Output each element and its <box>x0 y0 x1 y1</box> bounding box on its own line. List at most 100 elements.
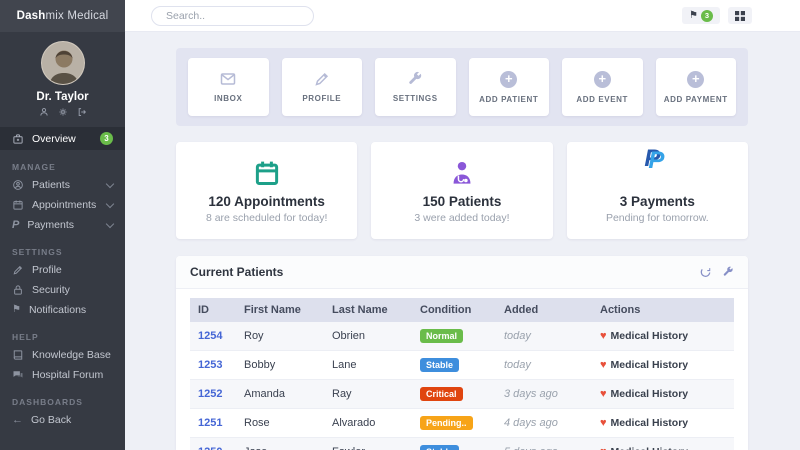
sidebar-item-label: Profile <box>32 264 62 276</box>
sidebar-item-label: Security <box>32 284 70 296</box>
table-row: 1254 Roy Obrien Normal today ♥Medical Hi… <box>190 322 734 351</box>
envelope-icon <box>219 71 237 87</box>
sidebar-item-knowledge-base[interactable]: Knowledge Base <box>0 345 125 365</box>
sidebar-item-security[interactable]: Security <box>0 280 125 300</box>
stats-row: 120 Appointments 8 are scheduled for tod… <box>176 142 748 239</box>
apps-grid-button[interactable] <box>728 7 752 24</box>
lock-icon <box>12 284 24 296</box>
profile-button[interactable]: PROFILE <box>282 58 363 116</box>
col-header-actions: Actions <box>592 298 734 322</box>
patients-table: ID First Name Last Name Condition Added … <box>190 298 734 450</box>
topbar-actions: ⚑ 3 <box>682 7 752 24</box>
overview-badge: 3 <box>100 132 113 145</box>
sidebar-item-payments[interactable]: P Payments <box>0 215 125 235</box>
sidebar-item-label: Go Back <box>31 414 71 426</box>
plus-circle-icon: + <box>687 71 704 88</box>
sidebar-item-patients[interactable]: Patients <box>0 175 125 195</box>
sidebar-item-hospital-forum[interactable]: Hospital Forum <box>0 365 125 385</box>
wrench-icon[interactable] <box>722 266 734 279</box>
inbox-button[interactable]: INBOX <box>188 58 269 116</box>
pencil-icon <box>314 71 330 87</box>
chevron-down-icon <box>106 199 114 207</box>
col-header-last: Last Name <box>324 298 412 322</box>
table-header-row: ID First Name Last Name Condition Added … <box>190 298 734 322</box>
sidebar-item-go-back[interactable]: ← Go Back <box>0 410 125 430</box>
sidebar-item-overview[interactable]: Overview 3 <box>0 127 125 150</box>
heart-icon: ♥ <box>600 389 607 400</box>
sidebar-item-label: Appointments <box>32 199 96 211</box>
sidebar-item-label: Knowledge Base <box>32 349 111 361</box>
added-cell: 3 days ago <box>496 380 592 409</box>
sidebar: Dashmix Medical Dr. Taylor <box>0 0 125 450</box>
quick-action-label: PROFILE <box>302 94 341 103</box>
table-row: 1251 Rose Alvarado Pending.. 4 days ago … <box>190 409 734 438</box>
medkit-icon <box>12 133 24 145</box>
logout-icon[interactable] <box>77 107 87 117</box>
user-profile-icon[interactable] <box>39 107 49 117</box>
patient-id-link[interactable]: 1252 <box>198 388 222 400</box>
refresh-icon[interactable] <box>699 266 712 279</box>
patient-last-name: Obrien <box>324 322 412 351</box>
add-patient-button[interactable]: + ADD PATIENT <box>469 58 550 116</box>
sidebar-item-notifications[interactable]: ⚑ Notifications <box>0 300 125 320</box>
flag-icon: ⚑ <box>689 11 698 21</box>
medical-history-button[interactable]: ♥Medical History <box>600 446 688 450</box>
quick-action-label: ADD EVENT <box>576 95 628 104</box>
medical-history-button[interactable]: ♥ Medical History <box>600 359 688 371</box>
patient-id-link[interactable]: 1253 <box>198 359 222 371</box>
payments-stat-card[interactable]: PP 3 Payments Pending for tomorrow. <box>567 142 748 239</box>
section-title-manage: MANAGE <box>0 150 125 175</box>
grid-icon <box>735 11 745 21</box>
patients-stat-card[interactable]: 150 Patients 3 were added today! <box>371 142 552 239</box>
patient-id-link[interactable]: 1250 <box>198 446 222 450</box>
medical-history-button[interactable]: ♥Medical History <box>600 330 688 342</box>
action-label: Medical History <box>611 446 689 450</box>
panel-title: Current Patients <box>190 265 283 279</box>
add-payment-button[interactable]: + ADD PAYMENT <box>656 58 737 116</box>
doctor-icon <box>449 158 475 188</box>
condition-badge: Stable <box>420 358 459 372</box>
plus-circle-icon: + <box>594 71 611 88</box>
current-patients-panel: Current Patients ID First Name Last Name… <box>176 256 748 450</box>
user-settings-gear-icon[interactable] <box>58 107 68 117</box>
quick-action-label: INBOX <box>214 94 242 103</box>
patient-last-name: Ray <box>324 380 412 409</box>
medical-history-button[interactable]: ♥ Medical History <box>600 388 688 400</box>
sidebar-item-label: Notifications <box>29 304 86 316</box>
wrench-icon <box>407 71 423 87</box>
action-label: Medical History <box>611 359 689 371</box>
add-event-button[interactable]: + ADD EVENT <box>562 58 643 116</box>
sidebar-item-label: Hospital Forum <box>32 369 103 381</box>
brand-logo[interactable]: Dashmix Medical <box>0 0 125 32</box>
col-header-id: ID <box>190 298 236 322</box>
notifications-flag-button[interactable]: ⚑ 3 <box>682 7 720 24</box>
action-label: Medical History <box>611 330 689 342</box>
patient-last-name: Lane <box>324 351 412 380</box>
search-input[interactable] <box>151 6 314 26</box>
patient-last-name: Alvarado <box>324 409 412 438</box>
sidebar-item-profile[interactable]: Profile <box>0 260 125 280</box>
paypal-icon: PP <box>644 158 670 188</box>
quick-actions-band: INBOX PROFILE SETTINGS + ADD PATIENT + A… <box>176 48 748 126</box>
added-cell: 5 days ago <box>496 438 592 450</box>
panel-header: Current Patients <box>176 256 748 289</box>
settings-button[interactable]: SETTINGS <box>375 58 456 116</box>
arrow-left-icon: ← <box>12 415 23 425</box>
appointments-stat-card[interactable]: 120 Appointments 8 are scheduled for tod… <box>176 142 357 239</box>
condition-badge: Pending.. <box>420 416 473 430</box>
patient-id-link[interactable]: 1251 <box>198 417 222 429</box>
sidebar-item-appointments[interactable]: Appointments <box>0 195 125 215</box>
avatar[interactable] <box>41 41 85 85</box>
stat-subtitle: 3 were added today! <box>414 212 509 224</box>
patient-first-name: Bobby <box>236 351 324 380</box>
table-row: 1253 Bobby Lane Stable today ♥ Medical Hi… <box>190 351 734 380</box>
medical-history-button[interactable]: ♥Medical History <box>600 417 688 429</box>
heart-icon: ♥ <box>600 360 607 371</box>
plus-circle-icon: + <box>500 71 517 88</box>
added-cell: today <box>496 351 592 380</box>
patient-id-link[interactable]: 1254 <box>198 330 222 342</box>
chevron-down-icon <box>106 179 114 187</box>
stat-subtitle: Pending for tomorrow. <box>606 212 709 224</box>
action-label: Medical History <box>611 388 689 400</box>
section-title-dashboards: DASHBOARDS <box>0 385 125 410</box>
